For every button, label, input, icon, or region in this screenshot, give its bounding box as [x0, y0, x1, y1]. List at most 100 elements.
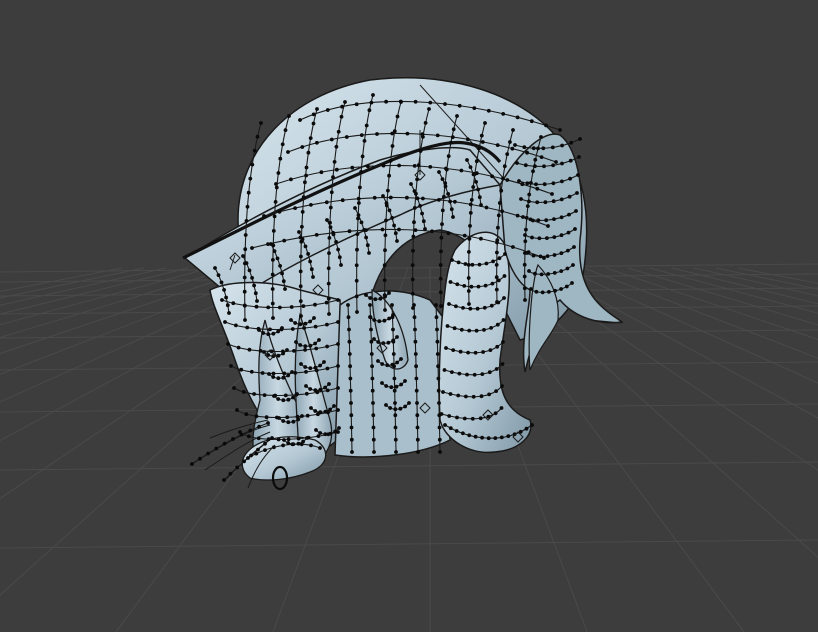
vertex[interactable] [536, 146, 540, 151]
vertex[interactable] [479, 394, 484, 399]
vertex[interactable] [291, 395, 295, 400]
vertex[interactable] [301, 195, 306, 200]
vertex[interactable] [467, 250, 471, 254]
vertex[interactable] [449, 207, 454, 212]
vertex[interactable] [376, 359, 380, 363]
vertex[interactable] [376, 340, 381, 344]
vertex[interactable] [552, 253, 557, 257]
vertex[interactable] [381, 163, 386, 168]
vertex[interactable] [222, 478, 226, 482]
vertex[interactable] [522, 262, 527, 267]
vertex[interactable] [315, 107, 319, 111]
vertex[interactable] [359, 133, 364, 138]
vertex[interactable] [326, 296, 331, 301]
vertex[interactable] [355, 247, 359, 252]
vertex[interactable] [315, 140, 319, 145]
vertex[interactable] [311, 121, 316, 126]
vertex[interactable] [413, 352, 418, 356]
vertex[interactable] [446, 192, 450, 196]
vertex[interactable] [235, 408, 239, 412]
vertex[interactable] [336, 298, 340, 302]
vertex[interactable] [308, 259, 312, 264]
vertex[interactable] [280, 326, 284, 330]
vertex[interactable] [271, 375, 276, 379]
vertex[interactable] [393, 437, 398, 442]
vertex[interactable] [462, 416, 467, 421]
vertex[interactable] [229, 364, 233, 368]
vertex[interactable] [496, 225, 500, 230]
vertex[interactable] [438, 290, 443, 295]
vertex[interactable] [435, 339, 440, 344]
vertex[interactable] [303, 344, 308, 349]
vertex[interactable] [394, 384, 399, 389]
vertex[interactable] [503, 252, 507, 256]
vertex[interactable] [269, 242, 273, 246]
vertex[interactable] [328, 407, 332, 412]
vertex[interactable] [303, 348, 307, 352]
vertex[interactable] [466, 276, 471, 280]
vertex[interactable] [357, 201, 361, 205]
vertex[interactable] [343, 100, 347, 104]
vertex[interactable] [378, 296, 383, 301]
vertex[interactable] [448, 392, 453, 396]
vertex[interactable] [313, 324, 318, 329]
vertex[interactable] [490, 281, 495, 286]
vertex[interactable] [550, 192, 554, 196]
vertex[interactable] [428, 100, 433, 105]
vertex[interactable] [289, 305, 294, 309]
vertex[interactable] [525, 204, 530, 209]
vertex[interactable] [303, 365, 308, 369]
vertex[interactable] [311, 112, 316, 117]
vertex[interactable] [356, 213, 361, 218]
vertex[interactable] [428, 165, 433, 169]
vertex[interactable] [336, 129, 341, 134]
vertex[interactable] [457, 371, 462, 376]
vertex[interactable] [380, 381, 384, 385]
vertex[interactable] [285, 415, 290, 420]
vertex[interactable] [552, 271, 557, 275]
vertex[interactable] [222, 441, 227, 446]
vertex[interactable] [536, 218, 541, 223]
vertex[interactable] [550, 145, 555, 150]
vertex[interactable] [286, 150, 290, 154]
vertex[interactable] [497, 201, 502, 205]
vertex[interactable] [268, 327, 272, 332]
vertex[interactable] [304, 173, 308, 178]
vertex[interactable] [356, 216, 360, 221]
vertex[interactable] [304, 165, 309, 170]
vertex[interactable] [484, 205, 489, 210]
vertex[interactable] [296, 436, 301, 441]
vertex[interactable] [369, 100, 374, 105]
vertex[interactable] [248, 176, 253, 181]
vertex[interactable] [523, 239, 528, 244]
vertex[interactable] [413, 327, 417, 332]
vertex[interactable] [416, 163, 421, 168]
vertex[interactable] [190, 462, 194, 466]
vertex[interactable] [542, 164, 546, 169]
vertex[interactable] [450, 370, 454, 374]
vertex[interactable] [397, 227, 401, 232]
vertex[interactable] [414, 376, 419, 381]
vertex[interactable] [414, 388, 419, 393]
vertex[interactable] [455, 415, 459, 420]
vertex[interactable] [477, 146, 481, 151]
vertex[interactable] [312, 316, 316, 320]
vertex[interactable] [461, 306, 465, 310]
vertex[interactable] [243, 247, 248, 252]
vertex[interactable] [434, 303, 438, 307]
vertex[interactable] [487, 370, 492, 375]
vertex[interactable] [450, 258, 454, 262]
vertex[interactable] [457, 103, 462, 108]
vertex[interactable] [407, 401, 411, 405]
vertex[interactable] [415, 413, 420, 418]
vertex[interactable] [469, 198, 474, 202]
vertex[interactable] [453, 199, 457, 204]
vertex[interactable] [318, 431, 323, 435]
vertex[interactable] [283, 128, 288, 133]
vertex[interactable] [348, 364, 352, 369]
vertex[interactable] [278, 264, 282, 268]
vertex[interactable] [495, 344, 500, 349]
vertex[interactable] [281, 279, 286, 284]
vertex[interactable] [488, 348, 493, 352]
vertex[interactable] [524, 227, 528, 232]
